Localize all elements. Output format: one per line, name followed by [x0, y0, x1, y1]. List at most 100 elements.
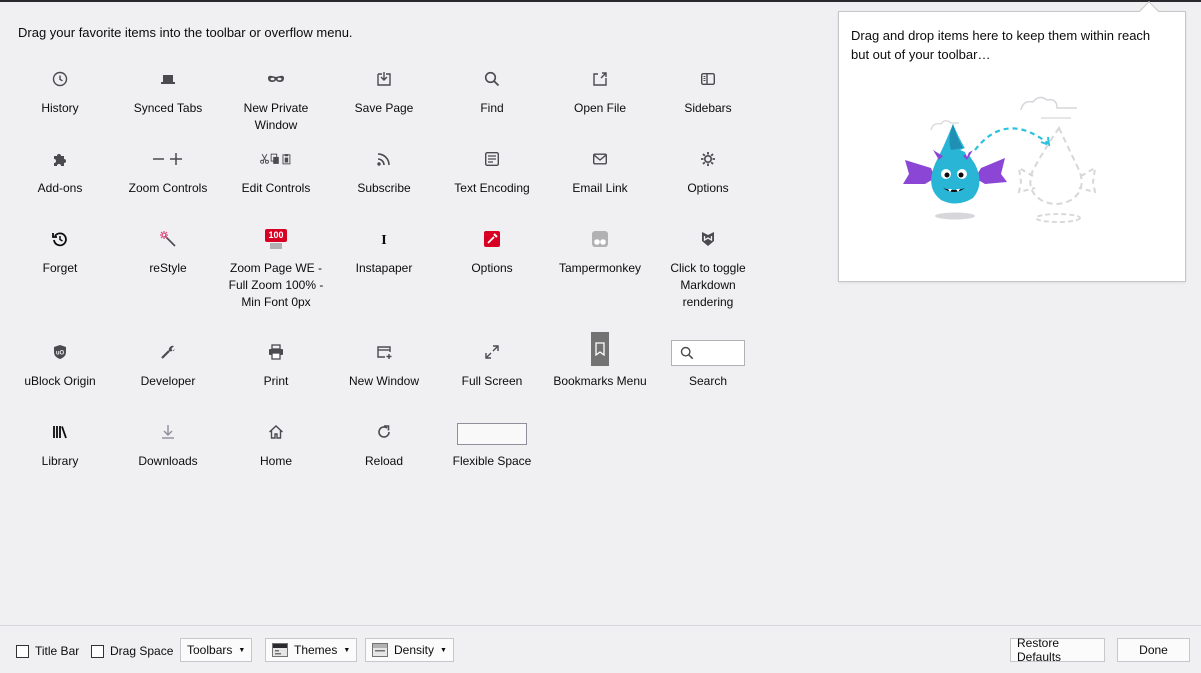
- palette-item-synced-tabs[interactable]: Synced Tabs: [114, 62, 222, 142]
- palette-item-label: Forget: [42, 261, 78, 275]
- palette-row: uO uBlock Origin Developer Print New Win…: [6, 332, 762, 415]
- palette-item-find[interactable]: Find: [438, 62, 546, 142]
- text-encoding-icon: [476, 142, 508, 176]
- window-top-border: [0, 0, 1201, 2]
- palette-item-library[interactable]: Library: [6, 415, 114, 495]
- home-icon: [260, 415, 292, 449]
- search-box-icon: [668, 335, 748, 369]
- palette-item-flexible-space[interactable]: Flexible Space: [438, 415, 546, 495]
- checkbox-box[interactable]: [91, 644, 104, 658]
- palette-item-edit-controls[interactable]: Edit Controls: [222, 142, 330, 222]
- palette-item-label: Find: [480, 101, 504, 115]
- palette-item-zoom-page[interactable]: 100 Zoom Page WE - Full Zoom 100% - Min …: [222, 222, 330, 335]
- palette-item-email-link[interactable]: Email Link: [546, 142, 654, 222]
- palette-row: Forget reStyle 100 Zoom Page WE - Full Z…: [6, 222, 762, 335]
- density-button[interactable]: Density ▼: [365, 638, 454, 662]
- palette-item-options-red[interactable]: Options: [438, 222, 546, 335]
- palette-item-label: Developer: [140, 374, 196, 388]
- customize-footer: Title Bar Drag Space Toolbars ▼ Themes ▼…: [0, 625, 1201, 673]
- palette-item-save-page[interactable]: Save Page: [330, 62, 438, 142]
- palette-item-history[interactable]: History: [6, 62, 114, 142]
- palette-item-label: Reload: [364, 454, 404, 468]
- chevron-down-icon: ▼: [238, 646, 246, 654]
- themes-button[interactable]: Themes ▼: [265, 638, 358, 662]
- palette-row: History Synced Tabs New Private Window S…: [6, 62, 762, 142]
- drag-space-label: Drag Space: [110, 644, 174, 658]
- palette-item-subscribe[interactable]: Subscribe: [330, 142, 438, 222]
- palette-item-label: Downloads: [138, 454, 198, 468]
- palette-item-search[interactable]: Search: [654, 335, 762, 415]
- palette-item-ublock-origin[interactable]: uO uBlock Origin: [6, 335, 114, 415]
- done-button[interactable]: Done: [1117, 638, 1190, 662]
- palette-item-restyle[interactable]: reStyle: [114, 222, 222, 335]
- palette-item-options[interactable]: Options: [654, 142, 762, 222]
- overflow-instructions: Drag and drop items here to keep them wi…: [851, 28, 1151, 62]
- restyle-icon: [152, 222, 184, 256]
- reload-icon: [368, 415, 400, 449]
- palette-item-new-window[interactable]: New Window: [330, 335, 438, 415]
- palette-item-label: Bookmarks Menu: [553, 374, 647, 388]
- developer-wrench-icon: [152, 335, 184, 369]
- palette-item-label: Click to toggle Markdown rendering: [670, 261, 746, 309]
- palette-item-zoom-controls[interactable]: Zoom Controls: [114, 142, 222, 222]
- palette-item-label: Save Page: [354, 101, 414, 115]
- restore-defaults-button[interactable]: Restore Defaults: [1010, 636, 1105, 664]
- palette-item-label: Zoom Page WE - Full Zoom 100% - Min Font…: [228, 261, 324, 309]
- palette-item-label: Library: [41, 454, 79, 468]
- palette-item-label: Options: [687, 181, 729, 195]
- new-window-icon: [368, 335, 400, 369]
- customize-palette: History Synced Tabs New Private Window S…: [6, 62, 762, 495]
- palette-item-label: Sidebars: [684, 101, 732, 115]
- palette-item-bookmarks-menu[interactable]: Bookmarks Menu: [546, 332, 654, 415]
- dragon-illustration: [901, 90, 1131, 238]
- downloads-icon: [152, 415, 184, 449]
- markdown-icon: [692, 222, 724, 256]
- overflow-panel[interactable]: Drag and drop items here to keep them wi…: [838, 11, 1186, 282]
- instapaper-icon: I: [368, 222, 400, 256]
- flexible-space: [452, 415, 532, 449]
- palette-item-home[interactable]: Home: [222, 415, 330, 495]
- palette-item-text-encoding[interactable]: Text Encoding: [438, 142, 546, 222]
- palette-item-label: reStyle: [149, 261, 187, 275]
- toolbars-button[interactable]: Toolbars ▼: [180, 638, 253, 662]
- tampermonkey-icon: [584, 222, 616, 256]
- checkbox-box[interactable]: [16, 644, 29, 658]
- sidebars-icon: [692, 62, 724, 96]
- palette-item-sidebars[interactable]: Sidebars: [654, 62, 762, 142]
- library-icon: [44, 415, 76, 449]
- svg-text:uO: uO: [56, 351, 65, 357]
- bookmarks-menu-icon: [584, 332, 616, 369]
- chevron-down-icon: ▼: [440, 646, 447, 654]
- history-icon: [44, 62, 76, 96]
- zoom-level-badge: 100: [265, 229, 287, 242]
- palette-item-label: Print: [263, 374, 289, 388]
- title-bar-checkbox[interactable]: Title Bar: [16, 644, 79, 658]
- palette-item-reload[interactable]: Reload: [330, 415, 438, 495]
- palette-item-label: New Private Window: [243, 101, 309, 132]
- palette-item-label: Tampermonkey: [558, 261, 642, 275]
- palette-item-developer[interactable]: Developer: [114, 335, 222, 415]
- palette-item-new-private-window[interactable]: New Private Window: [222, 62, 330, 142]
- ublock-icon: uO: [44, 335, 76, 369]
- drag-space-checkbox[interactable]: Drag Space: [91, 644, 173, 658]
- palette-item-label: Edit Controls: [241, 181, 311, 195]
- palette-item-open-file[interactable]: Open File: [546, 62, 654, 142]
- palette-item-markdown[interactable]: Click to toggle Markdown rendering: [654, 222, 762, 335]
- zoom-page-icon: 100: [260, 222, 292, 256]
- palette-row: Add-ons Zoom Controls Edit Controls Subs…: [6, 142, 762, 222]
- palette-item-downloads[interactable]: Downloads: [114, 415, 222, 495]
- addons-icon: [44, 142, 76, 176]
- palette-item-tampermonkey[interactable]: Tampermonkey: [546, 222, 654, 335]
- palette-item-instapaper[interactable]: I Instapaper: [330, 222, 438, 335]
- density-label: Density: [394, 643, 435, 657]
- done-label: Done: [1139, 643, 1168, 657]
- palette-row: Library Downloads Home Reload Flexible S…: [6, 415, 762, 495]
- palette-item-forget[interactable]: Forget: [6, 222, 114, 335]
- palette-item-print[interactable]: Print: [222, 335, 330, 415]
- palette-item-label: Subscribe: [357, 181, 411, 195]
- palette-item-label: Email Link: [572, 181, 628, 195]
- palette-item-full-screen[interactable]: Full Screen: [438, 335, 546, 415]
- palette-item-label: Instapaper: [355, 261, 413, 275]
- palette-item-label: Text Encoding: [454, 181, 530, 195]
- palette-item-addons[interactable]: Add-ons: [6, 142, 114, 222]
